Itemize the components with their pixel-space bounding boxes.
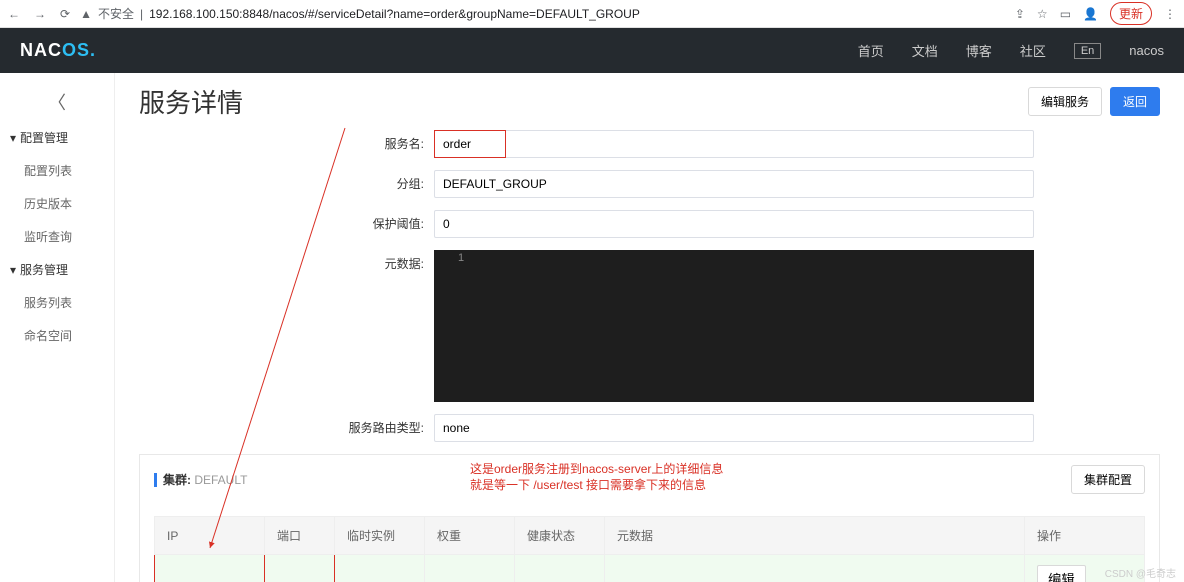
cluster-config-button[interactable]: 集群配置 xyxy=(1071,465,1145,494)
share-icon[interactable]: ⇪ xyxy=(1015,7,1025,21)
metadata-editor[interactable]: 1 xyxy=(434,250,1034,402)
back-icon[interactable]: ← xyxy=(8,7,20,21)
insecure-label: 不安全 xyxy=(98,5,134,22)
sidebar: 〈 ▾配置管理 配置列表 历史版本 监听查询 ▾服务管理 服务列表 命名空间 xyxy=(0,73,115,582)
menu-icon[interactable]: ⋮ xyxy=(1164,7,1176,21)
cell-ip: 192.168.75.1 xyxy=(155,555,265,582)
label-group: 分组: xyxy=(139,170,434,198)
label-route: 服务路由类型: xyxy=(139,414,434,442)
cluster-title: 集群: DEFAULT xyxy=(163,471,247,488)
nav-user[interactable]: nacos xyxy=(1129,43,1164,58)
update-button[interactable]: 更新 xyxy=(1110,2,1152,25)
cell-healthy: true xyxy=(515,555,605,582)
sidebar-back-icon[interactable]: 〈 xyxy=(0,83,114,121)
reload-icon[interactable]: ⟳ xyxy=(60,7,70,21)
nav-lang[interactable]: En xyxy=(1074,43,1101,59)
profile-icon[interactable]: 👤 xyxy=(1083,7,1098,21)
cell-ephemeral: true xyxy=(335,555,425,582)
nav-arrows: ← → ⟳ xyxy=(8,7,70,21)
cluster-bar-icon xyxy=(154,473,157,487)
instance-table: IP 端口 临时实例 权重 健康状态 元数据 操作 192.168.75.1 9… xyxy=(154,516,1145,582)
warning-icon: ▲ xyxy=(80,7,92,21)
input-service-name[interactable] xyxy=(434,130,1034,158)
page-title: 服务详情 xyxy=(139,83,243,120)
sidebar-section-service[interactable]: ▾服务管理 xyxy=(0,253,114,286)
sidebar-section-config[interactable]: ▾配置管理 xyxy=(0,121,114,154)
caret-down-icon: ▾ xyxy=(10,131,16,145)
forward-icon[interactable]: → xyxy=(34,7,46,21)
label-service-name: 服务名: xyxy=(139,130,434,158)
edit-service-button[interactable]: 编辑服务 xyxy=(1028,87,1102,116)
sidebar-item-namespace[interactable]: 命名空间 xyxy=(0,319,114,352)
col-ip: IP xyxy=(155,517,265,555)
logo[interactable]: NACOS. xyxy=(20,40,96,61)
nav-community[interactable]: 社区 xyxy=(1020,41,1046,60)
annotation-text: 这是order服务注册到nacos-server上的详细信息 就是等一下 /us… xyxy=(470,461,723,493)
sidebar-item-history[interactable]: 历史版本 xyxy=(0,187,114,220)
table-row: 192.168.75.1 9090 true 1 true preserved.… xyxy=(155,555,1145,582)
cell-metadata: preserved.register.source=SPRING_CLOUD xyxy=(605,555,1025,582)
app-header: NACOS. 首页 文档 博客 社区 En nacos xyxy=(0,28,1184,73)
col-ephemeral: 临时实例 xyxy=(335,517,425,555)
col-metadata: 元数据 xyxy=(605,517,1025,555)
star-icon[interactable]: ☆ xyxy=(1037,7,1048,21)
caret-down-icon: ▾ xyxy=(10,263,16,277)
col-port: 端口 xyxy=(265,517,335,555)
browser-right-icons: ⇪ ☆ ▭ 👤 更新 ⋮ xyxy=(1015,2,1176,25)
cell-port: 9090 xyxy=(265,555,335,582)
input-route[interactable] xyxy=(434,414,1034,442)
col-healthy: 健康状态 xyxy=(515,517,605,555)
sidebar-item-listen[interactable]: 监听查询 xyxy=(0,220,114,253)
address-bar[interactable]: ▲ 不安全 | 192.168.100.150:8848/nacos/#/ser… xyxy=(80,5,1005,22)
sidebar-item-config-list[interactable]: 配置列表 xyxy=(0,154,114,187)
nav-home[interactable]: 首页 xyxy=(858,41,884,60)
label-metadata: 元数据: xyxy=(139,250,434,402)
nav-docs[interactable]: 文档 xyxy=(912,41,938,60)
sidebar-item-service-list[interactable]: 服务列表 xyxy=(0,286,114,319)
col-weight: 权重 xyxy=(425,517,515,555)
col-ops: 操作 xyxy=(1025,517,1145,555)
cluster-panel: 集群: DEFAULT 集群配置 这是order服务注册到nacos-serve… xyxy=(139,454,1160,582)
input-group[interactable] xyxy=(434,170,1034,198)
back-button[interactable]: 返回 xyxy=(1110,87,1160,116)
url-text: 192.168.100.150:8848/nacos/#/serviceDeta… xyxy=(149,7,640,21)
main-content: 服务详情 编辑服务 返回 服务名: 分组: 保护阈值: 元数据: 1 服务 xyxy=(115,73,1184,582)
watermark: CSDN @毛奇志 xyxy=(1105,565,1176,580)
row-edit-button[interactable]: 编辑 xyxy=(1037,565,1086,582)
header-nav: 首页 文档 博客 社区 En nacos xyxy=(858,41,1164,60)
label-protect: 保护阈值: xyxy=(139,210,434,238)
input-protect[interactable] xyxy=(434,210,1034,238)
browser-toolbar: ← → ⟳ ▲ 不安全 | 192.168.100.150:8848/nacos… xyxy=(0,0,1184,28)
window-icon[interactable]: ▭ xyxy=(1060,7,1071,21)
nav-blog[interactable]: 博客 xyxy=(966,41,992,60)
cell-weight: 1 xyxy=(425,555,515,582)
